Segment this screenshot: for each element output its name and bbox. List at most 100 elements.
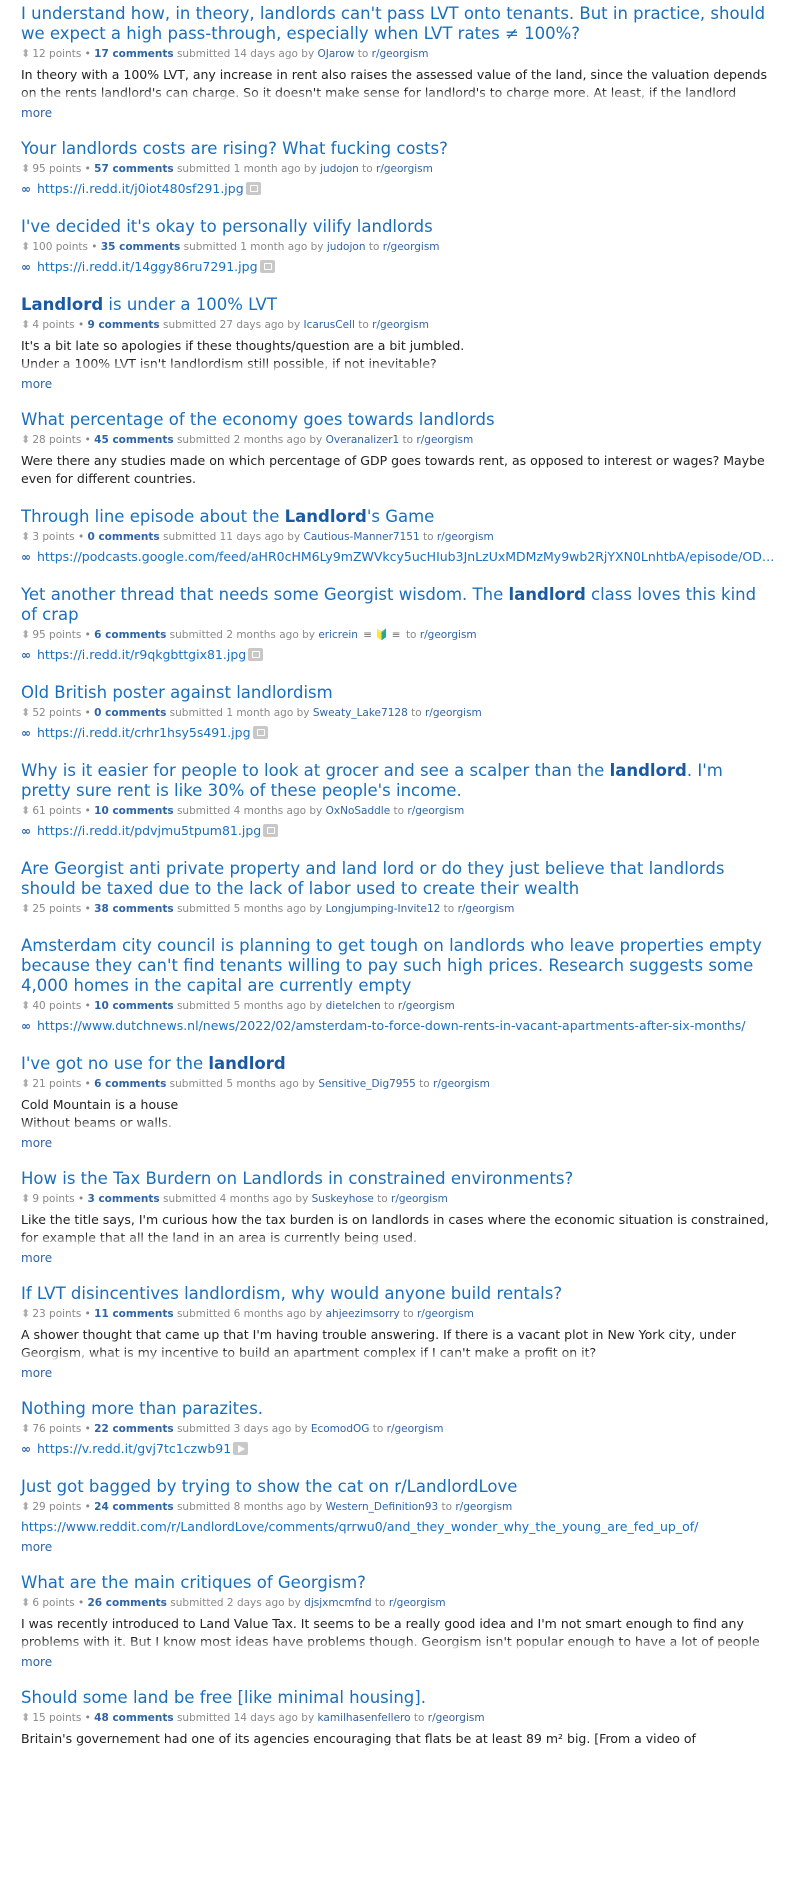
image-preview-icon[interactable] [252, 726, 268, 739]
author-link[interactable]: dietelchen [326, 1000, 381, 1012]
comments-link[interactable]: 35 comments [101, 241, 180, 253]
author-link[interactable]: Suskeyhose [312, 1193, 374, 1205]
subreddit-link[interactable]: r/georgism [458, 903, 515, 915]
subreddit-link[interactable]: r/georgism [433, 1078, 490, 1090]
author-link[interactable]: kamilhasenfellero [318, 1712, 411, 1724]
comments-link[interactable]: 3 comments [87, 1193, 159, 1205]
more-link[interactable]: more [21, 106, 776, 120]
post-url-link[interactable]: https://v.redd.it/gvj7tc1czwb91 [37, 1441, 231, 1456]
post-url-link[interactable]: https://i.redd.it/pdvjmu5tpum81.jpg [37, 823, 261, 838]
post-title-link[interactable]: I've decided it's okay to personally vil… [21, 217, 776, 237]
post-title-link[interactable]: Amsterdam city council is planning to ge… [21, 936, 776, 996]
author-link[interactable]: Western_Definition93 [326, 1501, 439, 1513]
more-link[interactable]: more [21, 1540, 776, 1554]
subreddit-link[interactable]: r/georgism [425, 707, 482, 719]
post-title-link[interactable]: Just got bagged by trying to show the ca… [21, 1477, 776, 1497]
author-link[interactable]: judojon [327, 241, 366, 253]
comments-link[interactable]: 26 comments [87, 1597, 166, 1609]
author-link[interactable]: judojon [320, 163, 359, 175]
body-paragraph: Britain's governement had one of its age… [21, 1731, 696, 1746]
author-link[interactable]: OJarow [318, 48, 355, 60]
subreddit-link[interactable]: r/georgism [417, 1308, 474, 1320]
subreddit-link[interactable]: r/georgism [437, 531, 494, 543]
post-body-snippet: Were there any studies made on which per… [21, 452, 776, 488]
comments-link[interactable]: 6 comments [94, 629, 166, 641]
post-title-link[interactable]: Old British poster against landlordism [21, 683, 776, 703]
subreddit-link[interactable]: r/georgism [391, 1193, 448, 1205]
comments-link[interactable]: 11 comments [94, 1308, 173, 1320]
comments-link[interactable]: 38 comments [94, 903, 173, 915]
comments-link[interactable]: 24 comments [94, 1501, 173, 1513]
post-title-link[interactable]: Should some land be free [like minimal h… [21, 1688, 776, 1708]
comments-link[interactable]: 6 comments [94, 1078, 166, 1090]
author-link[interactable]: Sweaty_Lake7128 [313, 707, 408, 719]
more-link[interactable]: more [21, 1136, 776, 1150]
post-url-link[interactable]: https://i.redd.it/r9qkgbttgix81.jpg [37, 647, 246, 662]
subreddit-link[interactable]: r/georgism [420, 629, 477, 641]
subreddit-link[interactable]: r/georgism [387, 1423, 444, 1435]
post-title-link[interactable]: Are Georgist anti private property and l… [21, 859, 776, 899]
subreddit-link[interactable]: r/georgism [398, 1000, 455, 1012]
title-text: Are Georgist anti private property and l… [21, 859, 725, 898]
author-link[interactable]: IcarusCell [304, 319, 355, 331]
post-title-link[interactable]: Nothing more than parazites. [21, 1399, 776, 1419]
subreddit-link[interactable]: r/georgism [428, 1712, 485, 1724]
post-title-link[interactable]: Landlord is under a 100% LVT [21, 295, 776, 315]
subreddit-link[interactable]: r/georgism [376, 163, 433, 175]
author-link[interactable]: OxNoSaddle [326, 805, 391, 817]
post-title-link[interactable]: Your landlords costs are rising? What fu… [21, 139, 776, 159]
comments-link[interactable]: 17 comments [94, 48, 173, 60]
comments-link[interactable]: 22 comments [94, 1423, 173, 1435]
subreddit-link[interactable]: r/georgism [372, 48, 429, 60]
post-url-link[interactable]: https://podcasts.google.com/feed/aHR0cHM… [37, 549, 776, 564]
author-link[interactable]: Sensitive_Dig7955 [318, 1078, 416, 1090]
more-link[interactable]: more [21, 1655, 776, 1669]
post-url-link[interactable]: https://i.redd.it/j0iot480sf291.jpg [37, 181, 244, 196]
post-title-link[interactable]: What percentage of the economy goes towa… [21, 410, 776, 430]
post-title-link[interactable]: Why is it easier for people to look at g… [21, 761, 776, 801]
post-url-link[interactable]: https://www.dutchnews.nl/news/2022/02/am… [37, 1018, 746, 1033]
author-link[interactable]: ahjeezimsorry [326, 1308, 400, 1320]
post-title-link[interactable]: What are the main critiques of Georgism? [21, 1573, 776, 1593]
more-link[interactable]: more [21, 1366, 776, 1380]
post-title-link[interactable]: I've got no use for the landlord [21, 1054, 776, 1074]
post-title-link[interactable]: How is the Tax Burdern on Landlords in c… [21, 1169, 776, 1189]
author-link[interactable]: Cautious-Manner7151 [304, 531, 420, 543]
image-preview-icon[interactable] [259, 260, 275, 273]
comments-link[interactable]: 0 comments [94, 707, 166, 719]
comments-link[interactable]: 45 comments [94, 434, 173, 446]
comments-link[interactable]: 57 comments [94, 163, 173, 175]
subreddit-link[interactable]: r/georgism [407, 805, 464, 817]
subreddit-link[interactable]: r/georgism [416, 434, 473, 446]
post-url-link[interactable]: https://i.redd.it/crhr1hsy5s491.jpg [37, 725, 251, 740]
image-preview-icon[interactable] [245, 182, 261, 195]
author-link[interactable]: EcomodOG [311, 1423, 370, 1435]
video-play-icon[interactable] [233, 1442, 249, 1455]
comments-link[interactable]: 0 comments [87, 531, 159, 543]
comments-link[interactable]: 9 comments [87, 319, 159, 331]
post-meta: ⬍ 61 points • 10 comments submitted 4 mo… [21, 804, 465, 817]
post-meta: ⬍ 15 points • 48 comments submitted 14 d… [21, 1711, 485, 1724]
comments-link[interactable]: 48 comments [94, 1712, 173, 1724]
comments-link[interactable]: 10 comments [94, 805, 173, 817]
more-link[interactable]: more [21, 1251, 776, 1265]
submitted-label: submitted [173, 1712, 234, 1724]
image-preview-icon[interactable] [263, 824, 279, 837]
image-preview-icon[interactable] [248, 648, 264, 661]
author-link[interactable]: djsjxmcmfnd [304, 1597, 371, 1609]
subreddit-link[interactable]: r/georgism [383, 241, 440, 253]
author-link[interactable]: Overanalizer1 [326, 434, 400, 446]
post-title-link[interactable]: I understand how, in theory, landlords c… [21, 4, 776, 44]
post-title-link[interactable]: If LVT disincentives landlordism, why wo… [21, 1284, 776, 1304]
subreddit-link[interactable]: r/georgism [389, 1597, 446, 1609]
post-title-link[interactable]: Through line episode about the Landlord'… [21, 507, 776, 527]
subreddit-link[interactable]: r/georgism [455, 1501, 512, 1513]
author-link[interactable]: ericrein [318, 629, 358, 641]
post-url-link[interactable]: https://i.redd.it/14ggy86ru7291.jpg [37, 259, 258, 274]
post-url-link[interactable]: https://www.reddit.com/r/LandlordLove/co… [21, 1519, 698, 1534]
subreddit-link[interactable]: r/georgism [372, 319, 429, 331]
comments-link[interactable]: 10 comments [94, 1000, 173, 1012]
post-title-link[interactable]: Yet another thread that needs some Georg… [21, 585, 776, 625]
more-link[interactable]: more [21, 377, 776, 391]
author-link[interactable]: Longjumping-Invite12 [326, 903, 441, 915]
